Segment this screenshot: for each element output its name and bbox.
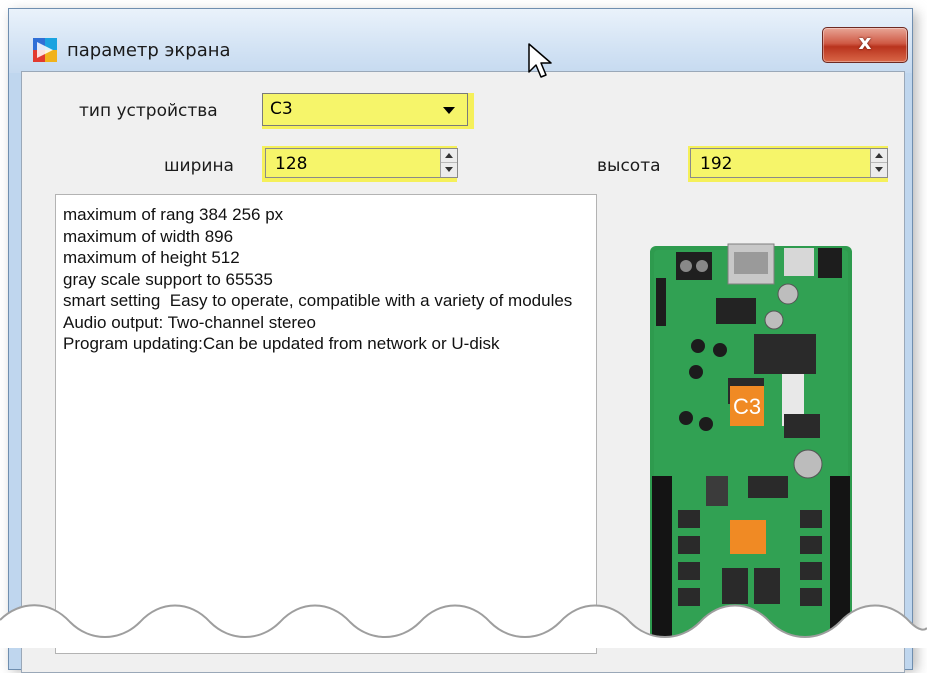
spin-up-icon <box>875 153 883 158</box>
height-spin-buttons <box>870 149 887 177</box>
spin-down-icon <box>875 167 883 172</box>
height-value: 192 <box>700 154 733 174</box>
device-type-value: C3 <box>270 99 293 119</box>
app-icon <box>33 38 57 62</box>
height-increment-button[interactable] <box>871 149 887 163</box>
device-type-label: тип устройства <box>79 101 218 121</box>
width-value: 128 <box>275 154 308 174</box>
close-icon: x <box>858 30 872 54</box>
board-chip-label: C3 <box>733 394 761 419</box>
width-spin-buttons <box>440 149 457 177</box>
width-label: ширина <box>164 156 234 176</box>
height-spinbox[interactable]: 192 <box>690 148 888 178</box>
chevron-down-icon <box>443 107 455 114</box>
width-increment-button[interactable] <box>441 149 457 163</box>
window-title: параметр экрана <box>67 40 231 61</box>
title-bar[interactable]: параметр экрана x <box>9 9 912 73</box>
width-spinbox[interactable]: 128 <box>265 148 458 178</box>
width-decrement-button[interactable] <box>441 163 457 177</box>
height-decrement-button[interactable] <box>871 163 887 177</box>
close-button[interactable]: x <box>822 27 908 63</box>
device-type-select[interactable]: C3 <box>262 93 468 126</box>
spin-up-icon <box>445 153 453 158</box>
device-description-textbox[interactable]: maximum of rang 384 256 px maximum of wi… <box>55 194 597 654</box>
spin-down-icon <box>445 167 453 172</box>
controller-board-image: C3 <box>636 238 866 648</box>
height-label: высота <box>597 156 661 176</box>
torn-edge <box>0 604 927 648</box>
mouse-pointer-icon <box>528 43 552 78</box>
